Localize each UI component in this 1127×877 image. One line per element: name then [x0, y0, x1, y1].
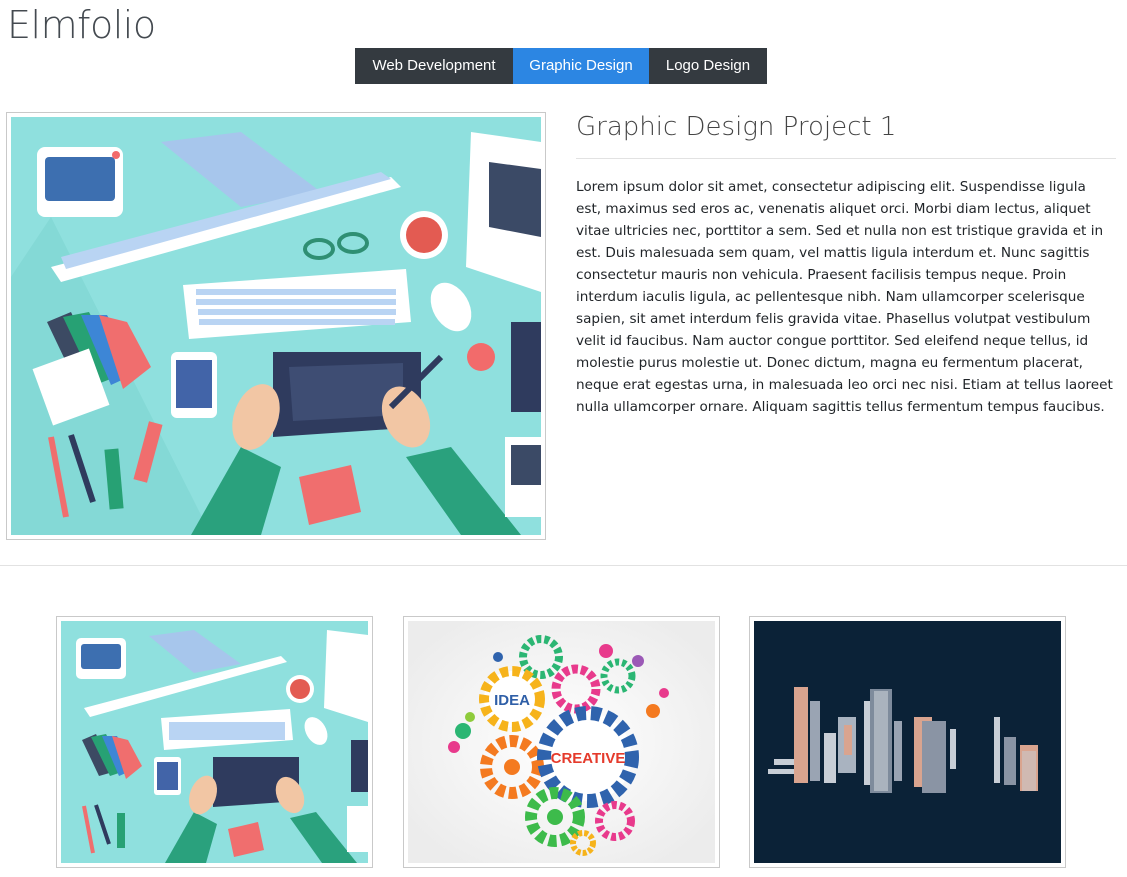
thumbnail-graphic-design-3[interactable]	[749, 616, 1066, 868]
tab-graphic-design[interactable]: Graphic Design	[513, 48, 649, 84]
site-brand[interactable]: Elmfolio	[7, 3, 156, 47]
designer-desk-thumbnail	[61, 621, 368, 863]
thumbnail-graphic-design-2[interactable]: IDEA CREATIVE	[403, 616, 720, 868]
project-description: Lorem ipsum dolor sit amet, consectetur …	[576, 179, 1113, 415]
thumbnail-graphic-design-1[interactable]	[56, 616, 373, 868]
designer-desk-illustration	[11, 117, 541, 535]
gear-label-idea: IDEA	[494, 692, 530, 709]
creative-gears-thumbnail: IDEA CREATIVE	[408, 621, 715, 863]
section-divider	[0, 565, 1127, 566]
tab-logo-design[interactable]: Logo Design	[649, 48, 767, 84]
category-tabs: Web Development Graphic Design Logo Desi…	[355, 48, 767, 84]
gear-label-creative: CREATIVE	[551, 750, 626, 767]
title-divider	[576, 158, 1116, 159]
tab-web-development[interactable]: Web Development	[355, 48, 513, 84]
featured-project-image	[6, 112, 546, 540]
city-skyline-thumbnail	[754, 621, 1061, 863]
project-title: Graphic Design Project 1	[576, 112, 897, 142]
